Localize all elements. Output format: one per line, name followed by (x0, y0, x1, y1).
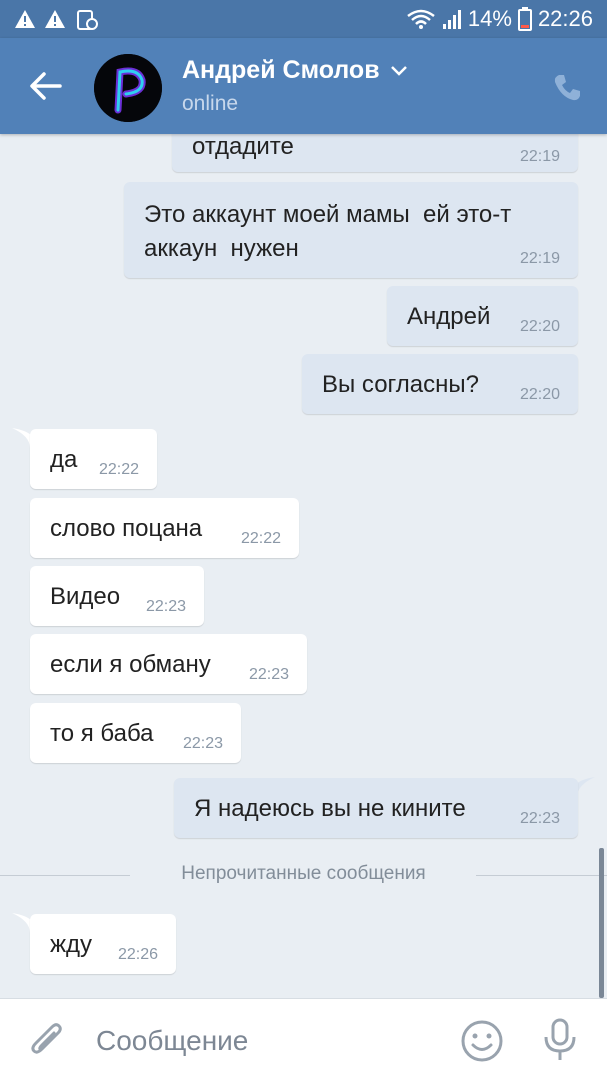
battery-icon (517, 7, 532, 31)
message-bubble-outgoing[interactable]: Это аккаунт моей мамы ей это-т аккаун ну… (124, 182, 578, 278)
contact-status: online (182, 92, 239, 115)
message-time: 22:19 (519, 250, 560, 267)
message-bubble-incoming[interactable]: да 22:22 (30, 429, 157, 489)
emoji-icon[interactable] (460, 1019, 504, 1063)
message-text: Я надеюсь вы не кините (194, 795, 466, 822)
message-text: Вы согласны? (322, 371, 479, 398)
attach-clip-icon[interactable] (28, 1021, 66, 1061)
message-bubble-outgoing[interactable]: Вы согласны? 22:20 (302, 354, 578, 414)
message-bubble-outgoing[interactable]: Я надеюсь вы не кините 22:23 (174, 778, 578, 838)
microphone-icon[interactable] (540, 1017, 580, 1063)
message-text: Андрей (407, 303, 491, 330)
message-time: 22:26 (117, 946, 158, 963)
message-text: да (50, 446, 78, 473)
image-notification-icon (77, 10, 98, 30)
clock: 22:26 (537, 6, 593, 31)
message-text: отдадите (192, 133, 294, 160)
message-time: 22:20 (519, 318, 560, 335)
message-bubble-incoming[interactable]: слово поцана 22:22 (30, 498, 299, 558)
avatar-logo-icon (94, 54, 162, 122)
message-time: 22:22 (98, 461, 139, 478)
wifi-icon (407, 9, 435, 29)
message-text: Это аккаунт моей мамы ей это-т аккаун ну… (144, 201, 512, 262)
message-bubble-outgoing[interactable]: Андрей 22:20 (387, 286, 578, 346)
chat-title[interactable]: Андрей Смолов (182, 56, 408, 85)
message-bubble-incoming[interactable]: жду 22:26 (30, 914, 176, 974)
warning-icon (45, 10, 65, 28)
back-arrow-icon[interactable] (28, 68, 64, 104)
message-bubble-incoming[interactable]: то я баба 22:23 (30, 703, 241, 763)
message-time: 22:23 (145, 598, 186, 615)
chat-header: Андрей Смолов online (0, 38, 607, 134)
unread-divider: Непрочитанные сообщения (0, 863, 607, 884)
message-text: жду (50, 931, 93, 958)
unread-divider-label: Непрочитанные сообщения (181, 863, 426, 884)
message-time: 22:23 (248, 666, 289, 683)
warning-icon (15, 10, 35, 28)
message-text: слово поцана (50, 515, 203, 542)
message-time: 22:20 (519, 386, 560, 403)
avatar[interactable] (94, 54, 162, 122)
chevron-down-icon (390, 65, 407, 76)
message-text: то я баба (50, 720, 154, 747)
message-input[interactable]: Сообщение (96, 1025, 248, 1057)
message-text: если я обману (50, 651, 211, 678)
battery-percent: 14% (467, 6, 512, 31)
message-composer: Сообщение (0, 998, 607, 1081)
message-bubble-incoming[interactable]: если я обману 22:23 (30, 634, 307, 694)
phone-icon[interactable] (551, 72, 583, 104)
message-bubble-incoming[interactable]: Видео 22:23 (30, 566, 204, 626)
message-text: Видео (50, 583, 121, 610)
status-bar: 14% 22:26 (0, 0, 607, 38)
message-time: 22:23 (519, 810, 560, 827)
message-time: 22:19 (519, 148, 560, 165)
contact-name: Андрей Смолов (182, 56, 380, 84)
scrollbar[interactable] (599, 848, 604, 998)
message-time: 22:23 (182, 735, 223, 752)
message-time: 22:22 (240, 530, 281, 547)
signal-icon (442, 10, 461, 29)
